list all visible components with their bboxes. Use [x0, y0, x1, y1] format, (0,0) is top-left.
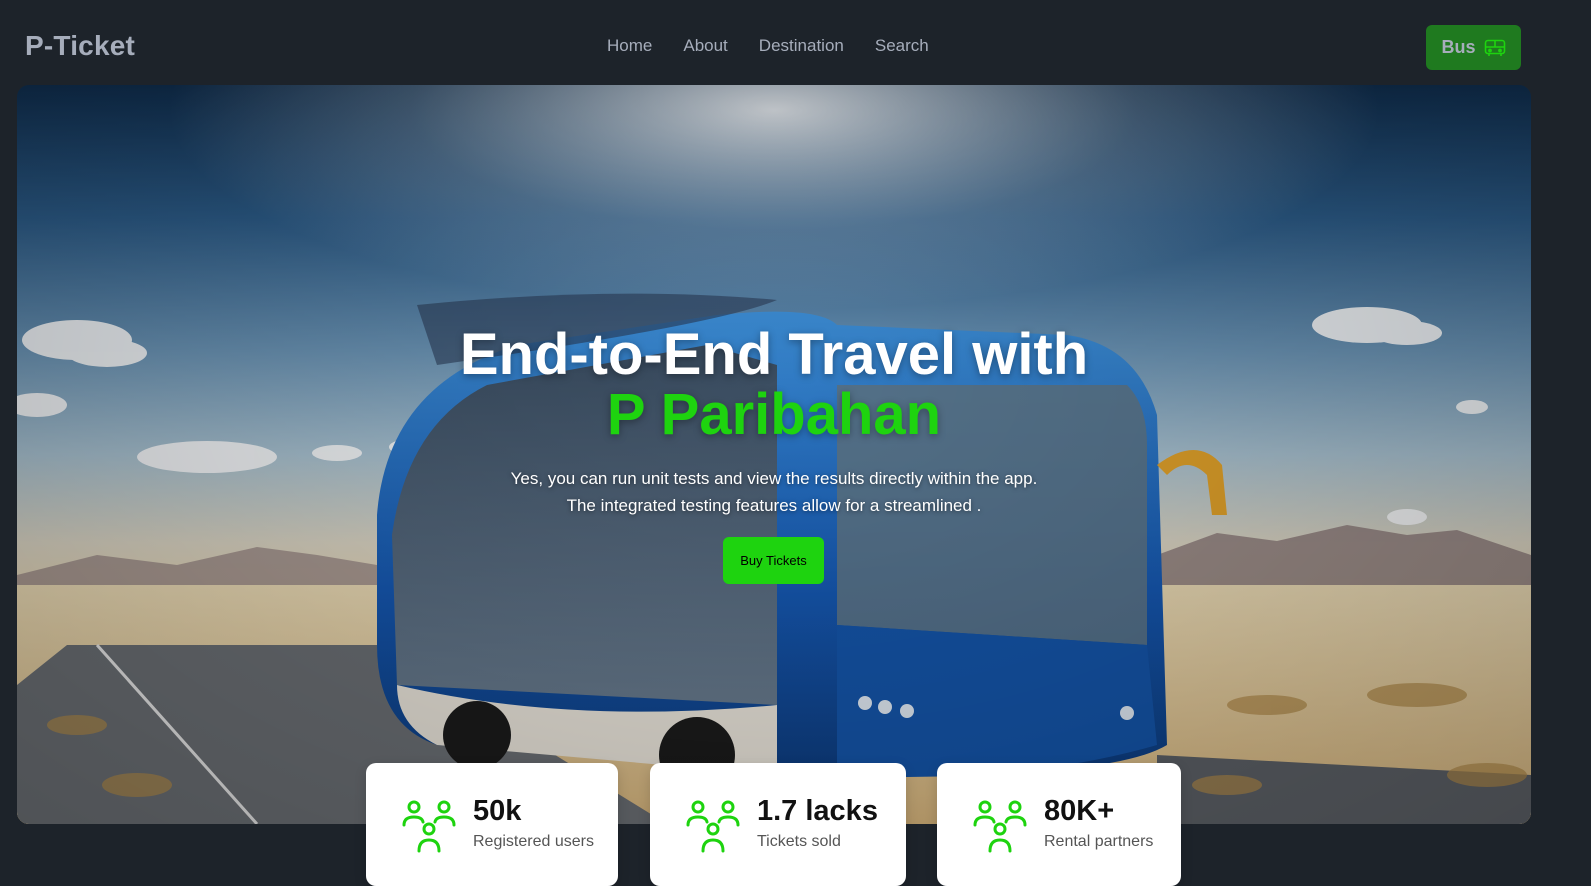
nav-links: Home About Destination Search	[607, 36, 960, 56]
hero-title-accent: P Paribahan	[606, 382, 942, 447]
brand-logo[interactable]: P-Ticket	[25, 30, 135, 62]
stat-card-registered-users: 50k Registered users	[366, 763, 618, 886]
nav-link-home[interactable]: Home	[607, 36, 652, 56]
stat-value: 1.7 lacks	[757, 795, 878, 827]
stat-label: Rental partners	[1044, 833, 1154, 850]
navbar: P-Ticket Home About Destination Search B…	[0, 0, 1591, 85]
hero-description-line1: Yes, you can run unit tests and view the…	[510, 469, 1038, 488]
stat-label: Registered users	[473, 833, 594, 850]
bus-button[interactable]: Bus	[1426, 25, 1521, 70]
hero-description-line2: The integrated testing features allow fo…	[566, 496, 982, 515]
stat-card-tickets-sold: 1.7 lacks Tickets sold	[650, 763, 906, 886]
stat-value: 80K+	[1044, 795, 1115, 827]
bus-icon	[1484, 39, 1506, 57]
users-icon	[686, 799, 740, 858]
nav-link-destination[interactable]: Destination	[759, 36, 844, 56]
hero-banner: End-to-End Travel with P Paribahan Yes, …	[17, 85, 1531, 824]
users-icon	[973, 799, 1027, 858]
nav-link-about[interactable]: About	[683, 36, 727, 56]
stat-label: Tickets sold	[757, 833, 841, 850]
hero-overlay	[17, 85, 1531, 824]
bus-button-label: Bus	[1441, 37, 1476, 57]
nav-link-search[interactable]: Search	[875, 36, 929, 56]
buy-tickets-button[interactable]: Buy Tickets	[723, 537, 824, 584]
users-icon	[402, 799, 456, 858]
hero-title-line1: End-to-End Travel with	[459, 322, 1089, 387]
stat-value: 50k	[473, 795, 522, 827]
hero-title: End-to-End Travel with P Paribahan	[17, 325, 1531, 445]
stat-card-rental-partners: 80K+ Rental partners	[937, 763, 1181, 886]
hero-description: Yes, you can run unit tests and view the…	[17, 465, 1531, 519]
